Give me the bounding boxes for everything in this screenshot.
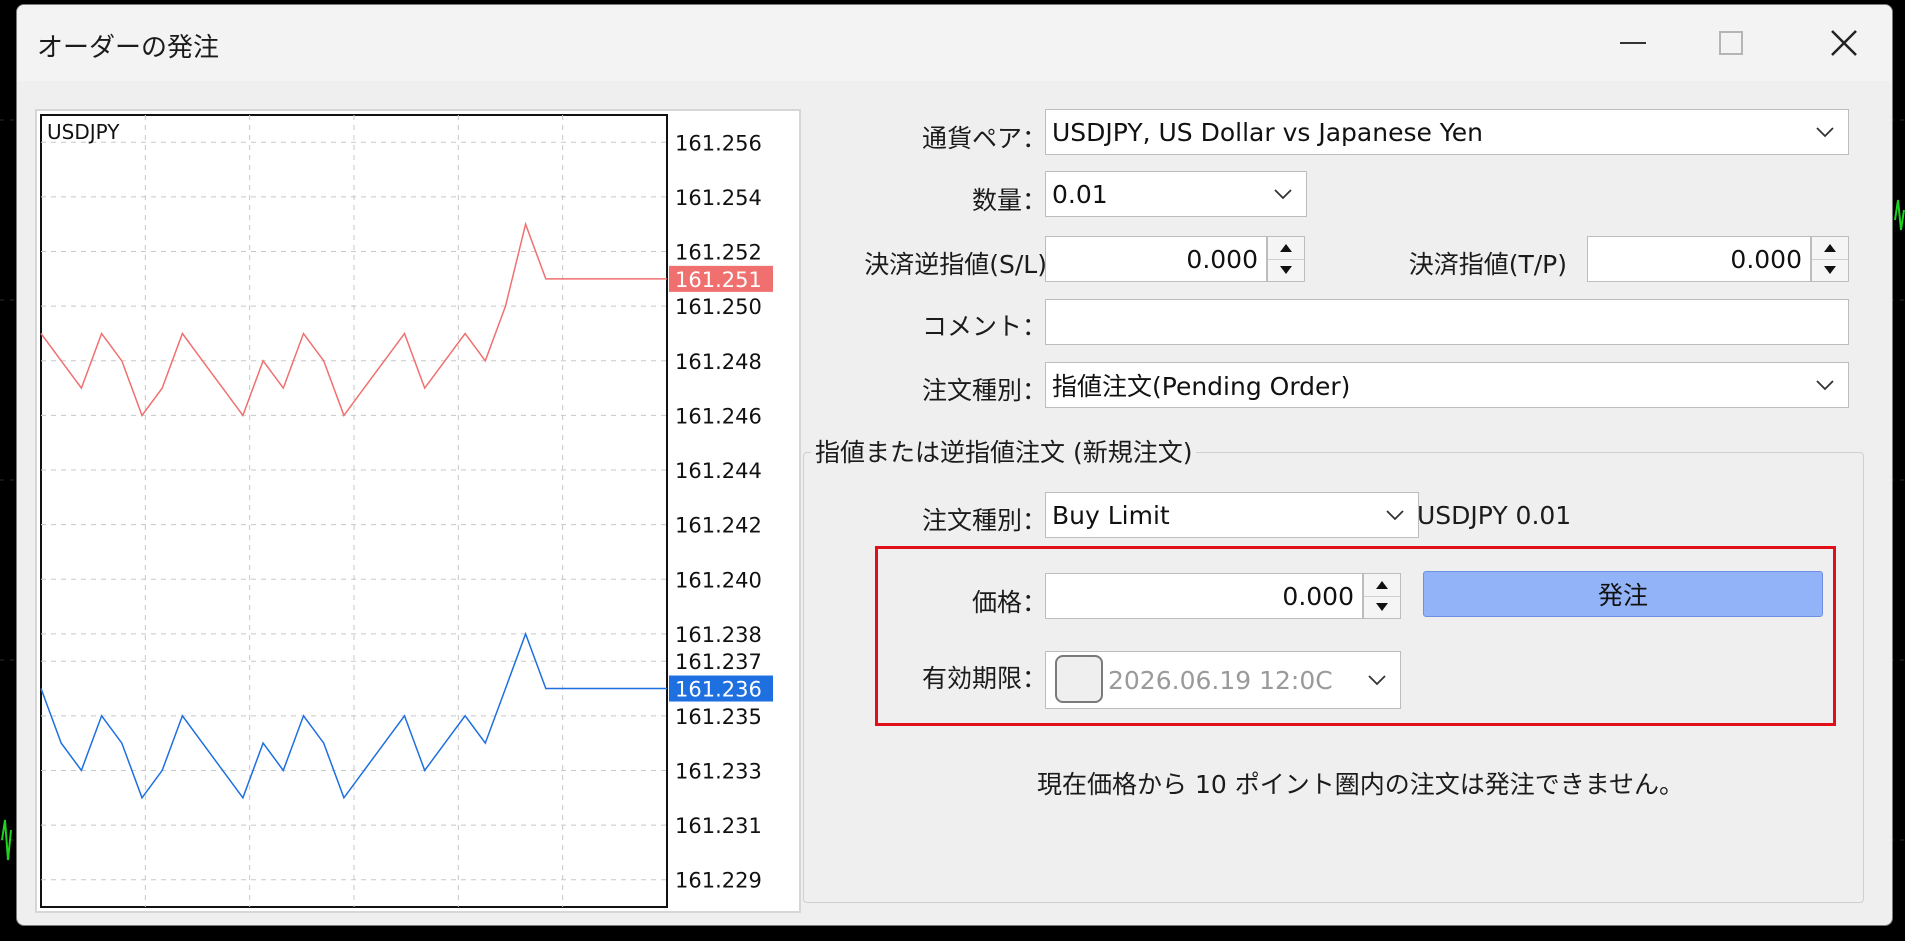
ask-price-label: 161.251 bbox=[675, 268, 762, 292]
place-order-button[interactable]: 発注 bbox=[1423, 571, 1823, 617]
chevron-down-icon bbox=[1368, 675, 1386, 686]
pending-type-value: Buy Limit bbox=[1052, 500, 1170, 530]
chevron-down-icon bbox=[1274, 189, 1292, 200]
order-type-label: 注文種別： bbox=[921, 376, 1047, 405]
maximize-icon[interactable] bbox=[1701, 17, 1761, 69]
price-tick-label: 161.237 bbox=[675, 650, 762, 674]
spin-down-icon[interactable] bbox=[1812, 258, 1848, 282]
take-profit-value: 0.000 bbox=[1730, 244, 1802, 274]
close-icon[interactable] bbox=[1814, 17, 1874, 69]
title-bar: オーダーの発注 bbox=[17, 5, 1892, 81]
price-input[interactable]: 0.000 bbox=[1045, 573, 1363, 619]
price-tick-label: 161.248 bbox=[675, 350, 762, 374]
chevron-down-icon bbox=[1816, 380, 1834, 391]
order-restriction-note: 現在価格から 10 ポイント圏内の注文は発注できません。 bbox=[1037, 770, 1684, 799]
take-profit-input[interactable]: 0.000 bbox=[1587, 236, 1811, 282]
price-tick-label: 161.229 bbox=[675, 869, 762, 893]
order-type-select[interactable]: 指値注文(Pending Order) bbox=[1045, 362, 1849, 408]
price-tick-label: 161.250 bbox=[675, 295, 762, 319]
take-profit-label: 決済指値(T/P) bbox=[1408, 250, 1567, 279]
price-tick-label: 161.231 bbox=[675, 814, 762, 838]
price-label: 価格： bbox=[971, 588, 1047, 617]
pending-type-select[interactable]: Buy Limit bbox=[1045, 492, 1419, 538]
minimize-icon[interactable] bbox=[1603, 17, 1663, 69]
order-summary: USDJPY 0.01 bbox=[1417, 501, 1572, 530]
order-type-value: 指値注文(Pending Order) bbox=[1052, 372, 1351, 401]
price-tick-label: 161.240 bbox=[675, 568, 762, 592]
expiry-checkbox[interactable] bbox=[1055, 655, 1103, 703]
spin-up-icon[interactable] bbox=[1364, 574, 1400, 596]
spin-down-icon[interactable] bbox=[1364, 595, 1400, 619]
chevron-down-icon bbox=[1386, 510, 1404, 521]
price-tick-label: 161.235 bbox=[675, 705, 762, 729]
price-tick-label: 161.242 bbox=[675, 514, 762, 538]
tick-chart: 161.256 161.254 161.252 161.250 161.248 161.2… bbox=[35, 109, 801, 913]
spin-up-icon[interactable] bbox=[1812, 237, 1848, 259]
price-value: 0.000 bbox=[1282, 581, 1354, 611]
volume-label: 数量： bbox=[971, 186, 1047, 215]
comment-label: コメント： bbox=[921, 312, 1047, 341]
price-tick-label: 161.233 bbox=[675, 759, 762, 783]
bid-price-label: 161.236 bbox=[675, 678, 762, 702]
spin-up-icon[interactable] bbox=[1268, 237, 1304, 259]
pending-order-group-title: 指値または逆指値注文 (新規注文) bbox=[811, 433, 1197, 469]
dialog-title: オーダーの発注 bbox=[37, 33, 220, 63]
tick-chart-svg: 161.256 161.254 161.252 161.250 161.248 161.2… bbox=[40, 114, 773, 908]
expiry-value: 2026.06.19 12:0C bbox=[1108, 665, 1333, 695]
price-tick-label: 161.246 bbox=[675, 404, 762, 428]
chevron-down-icon bbox=[1816, 127, 1834, 138]
price-stepper[interactable] bbox=[1363, 573, 1401, 619]
stop-loss-stepper[interactable] bbox=[1267, 236, 1305, 282]
take-profit-stepper[interactable] bbox=[1811, 236, 1849, 282]
currency-pair-select[interactable]: USDJPY, US Dollar vs Japanese Yen bbox=[1045, 109, 1849, 155]
comment-input[interactable] bbox=[1045, 299, 1849, 345]
expiry-label: 有効期限： bbox=[921, 664, 1047, 693]
price-tick-label: 161.238 bbox=[675, 623, 762, 647]
stop-loss-label: 決済逆指値(S/L) bbox=[864, 250, 1047, 279]
currency-pair-label: 通貨ペア： bbox=[921, 124, 1047, 153]
price-tick-label: 161.254 bbox=[675, 186, 762, 210]
stop-loss-value: 0.000 bbox=[1186, 244, 1258, 274]
currency-pair-value: USDJPY, US Dollar vs Japanese Yen bbox=[1052, 117, 1483, 147]
spin-down-icon[interactable] bbox=[1268, 258, 1304, 282]
order-dialog: オーダーの発注 161.256 161.254 161.252 161.250 161.… bbox=[16, 4, 1893, 926]
symbol-label: USDJPY bbox=[47, 120, 120, 144]
stop-loss-input[interactable]: 0.000 bbox=[1045, 236, 1267, 282]
price-tick-label: 161.256 bbox=[675, 131, 762, 155]
price-tick-label: 161.244 bbox=[675, 459, 762, 483]
pending-type-label: 注文種別： bbox=[921, 506, 1047, 535]
price-tick-label: 161.252 bbox=[675, 241, 762, 265]
volume-value: 0.01 bbox=[1052, 179, 1108, 209]
volume-select[interactable]: 0.01 bbox=[1045, 171, 1307, 217]
